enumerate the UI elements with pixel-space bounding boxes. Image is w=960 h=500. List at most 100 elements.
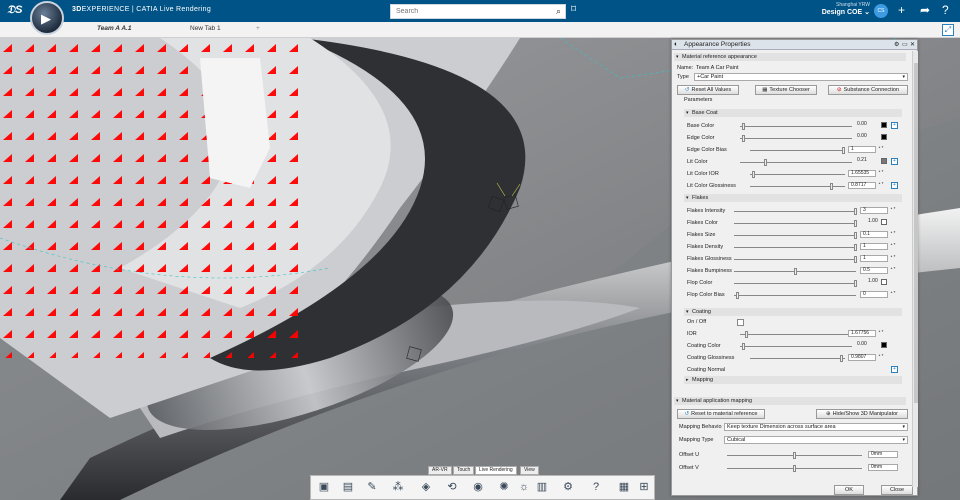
add-tab-button[interactable]: + bbox=[256, 25, 260, 32]
search-input[interactable] bbox=[391, 5, 541, 18]
offset-u-field[interactable]: 0mm bbox=[868, 451, 898, 458]
param-slider[interactable] bbox=[740, 159, 852, 166]
coating-toggle-checkbox[interactable] bbox=[737, 319, 744, 326]
param-slider[interactable] bbox=[750, 147, 845, 154]
appearance-icon[interactable]: ⁂ bbox=[391, 480, 405, 494]
section-material-reference[interactable]: ▾ Material reference appearance bbox=[674, 53, 906, 61]
settings-icon[interactable]: ✺ bbox=[497, 480, 511, 494]
param-slider[interactable] bbox=[750, 171, 845, 178]
param-slider[interactable] bbox=[734, 208, 857, 215]
color-swatch[interactable] bbox=[881, 219, 887, 225]
param-value-field[interactable]: 1 bbox=[860, 243, 888, 250]
color-swatch[interactable] bbox=[881, 342, 887, 348]
reset-all-values-button[interactable]: ↺ Reset All Values bbox=[677, 85, 739, 95]
type-dropdown[interactable]: +Car Paint ▾ bbox=[694, 73, 908, 81]
tab-live-rendering[interactable]: Live Rendering bbox=[475, 466, 517, 475]
add-texture-icon[interactable]: + bbox=[891, 366, 898, 373]
slider-knob[interactable] bbox=[830, 183, 833, 190]
role-selector[interactable]: Design COE ⌄ bbox=[818, 8, 870, 16]
slider-knob[interactable] bbox=[854, 256, 857, 263]
section-mapping[interactable]: ▸ Mapping bbox=[684, 376, 902, 384]
tab-team-a[interactable]: Team A A.1 bbox=[97, 25, 131, 32]
spinner-arrows-icon[interactable]: ▲▼ bbox=[890, 243, 896, 250]
scroll-thumb[interactable] bbox=[914, 63, 918, 403]
environment-icon[interactable]: ▤ bbox=[341, 480, 355, 494]
hide-show-manipulator-button[interactable]: ⊕ Hide/Show 3D Manipulator bbox=[816, 409, 908, 419]
slider-knob[interactable] bbox=[793, 465, 796, 472]
offset-u-slider[interactable] bbox=[727, 452, 862, 459]
param-value-field[interactable]: 0.9807 bbox=[848, 354, 876, 361]
param-value-field[interactable]: 0.21 bbox=[855, 158, 875, 165]
camera-icon[interactable]: ◉ bbox=[471, 480, 485, 494]
spinner-arrows-icon[interactable]: ▲▼ bbox=[878, 146, 884, 153]
section-flakes[interactable]: ▾ Flakes bbox=[684, 194, 902, 202]
avatar[interactable]: CS bbox=[874, 4, 888, 18]
param-value-field[interactable]: 0.8717 bbox=[848, 182, 876, 189]
param-value-field[interactable]: 0.5 bbox=[860, 267, 888, 274]
add-texture-icon[interactable]: + bbox=[891, 122, 898, 129]
section-base-coat[interactable]: ▾ Base Coat bbox=[684, 109, 902, 117]
slider-knob[interactable] bbox=[742, 343, 745, 350]
section-material-application-mapping[interactable]: ▾ Material application mapping bbox=[674, 397, 906, 405]
share-icon[interactable]: ➦ bbox=[920, 3, 930, 17]
sun-icon[interactable]: ☼ bbox=[517, 480, 531, 494]
user-info[interactable]: Shanghai YRW Design COE ⌄ bbox=[818, 2, 870, 16]
slider-knob[interactable] bbox=[854, 280, 857, 287]
substance-connection-button[interactable]: ⊘ Substance Connection bbox=[828, 85, 908, 95]
param-slider[interactable] bbox=[740, 331, 852, 338]
slider-knob[interactable] bbox=[854, 208, 857, 215]
slider-knob[interactable] bbox=[745, 331, 748, 338]
compass-icon[interactable]: ▶ bbox=[30, 1, 64, 35]
mapping-type-dropdown[interactable]: Cubical ▾ bbox=[724, 436, 908, 444]
settings-icon[interactable]: ⚙ bbox=[894, 40, 899, 50]
spinner-arrows-icon[interactable]: ▲▼ bbox=[878, 330, 884, 337]
param-slider[interactable] bbox=[734, 232, 857, 239]
document-icon[interactable]: ▥ bbox=[535, 480, 549, 494]
param-slider[interactable] bbox=[734, 268, 856, 275]
tab-new-tab[interactable]: New Tab 1 bbox=[190, 25, 221, 32]
color-swatch[interactable] bbox=[881, 279, 887, 285]
param-value-field[interactable]: 0.00 bbox=[855, 342, 875, 349]
add-texture-icon[interactable]: + bbox=[891, 158, 898, 165]
fullscreen-icon[interactable]: ⤢ bbox=[942, 24, 954, 36]
spinner-arrows-icon[interactable]: ▲▼ bbox=[890, 231, 896, 238]
param-value-field[interactable]: 0 bbox=[860, 291, 888, 298]
spinner-arrows-icon[interactable]: ▲▼ bbox=[890, 291, 896, 298]
spinner-arrows-icon[interactable]: ▲▼ bbox=[890, 255, 896, 262]
spinner-arrows-icon[interactable]: ▲▼ bbox=[878, 170, 884, 177]
param-slider[interactable] bbox=[734, 280, 857, 287]
param-slider[interactable] bbox=[734, 256, 857, 263]
param-value-field[interactable]: 1.67756 bbox=[848, 330, 876, 337]
offset-v-slider[interactable] bbox=[727, 465, 862, 472]
param-slider[interactable] bbox=[740, 135, 852, 142]
param-slider[interactable] bbox=[740, 123, 852, 130]
spinner-arrows-icon[interactable]: ▲▼ bbox=[878, 354, 884, 361]
color-swatch[interactable] bbox=[881, 134, 887, 140]
panel-scrollbar[interactable] bbox=[912, 51, 918, 487]
tab-ar-vr[interactable]: AR-VR bbox=[428, 466, 452, 475]
slider-knob[interactable] bbox=[840, 355, 843, 362]
slider-knob[interactable] bbox=[842, 147, 845, 154]
param-value-field[interactable]: 0.00 bbox=[855, 134, 875, 141]
plus-icon[interactable]: + bbox=[898, 3, 905, 17]
param-slider[interactable] bbox=[750, 355, 845, 362]
color-swatch[interactable] bbox=[881, 122, 887, 128]
slider-knob[interactable] bbox=[764, 159, 767, 166]
mapping-behavior-dropdown[interactable]: Keep texture Dimension across surface ar… bbox=[724, 423, 908, 431]
tag-icon[interactable]: ⌑ bbox=[571, 4, 576, 15]
param-slider[interactable] bbox=[750, 183, 845, 190]
param-value-field[interactable]: 1 bbox=[860, 255, 888, 262]
param-slider[interactable] bbox=[740, 343, 852, 350]
help-icon[interactable]: ? bbox=[942, 3, 949, 17]
slider-knob[interactable] bbox=[742, 135, 745, 142]
slider-knob[interactable] bbox=[736, 292, 739, 299]
param-value-field[interactable]: 0.00 bbox=[855, 122, 875, 129]
param-value-field[interactable]: 1 bbox=[848, 146, 876, 153]
reset-to-material-reference-button[interactable]: ↺ Reset to material reference bbox=[677, 409, 765, 419]
scene-icon[interactable]: ▣ bbox=[317, 480, 331, 494]
offset-v-field[interactable]: 0mm bbox=[868, 464, 898, 471]
tab-touch[interactable]: Touch bbox=[453, 466, 475, 475]
close-icon[interactable]: ✕ bbox=[910, 40, 915, 50]
ok-button[interactable]: OK bbox=[834, 485, 864, 495]
render-icon[interactable]: ⟲ bbox=[445, 480, 459, 494]
